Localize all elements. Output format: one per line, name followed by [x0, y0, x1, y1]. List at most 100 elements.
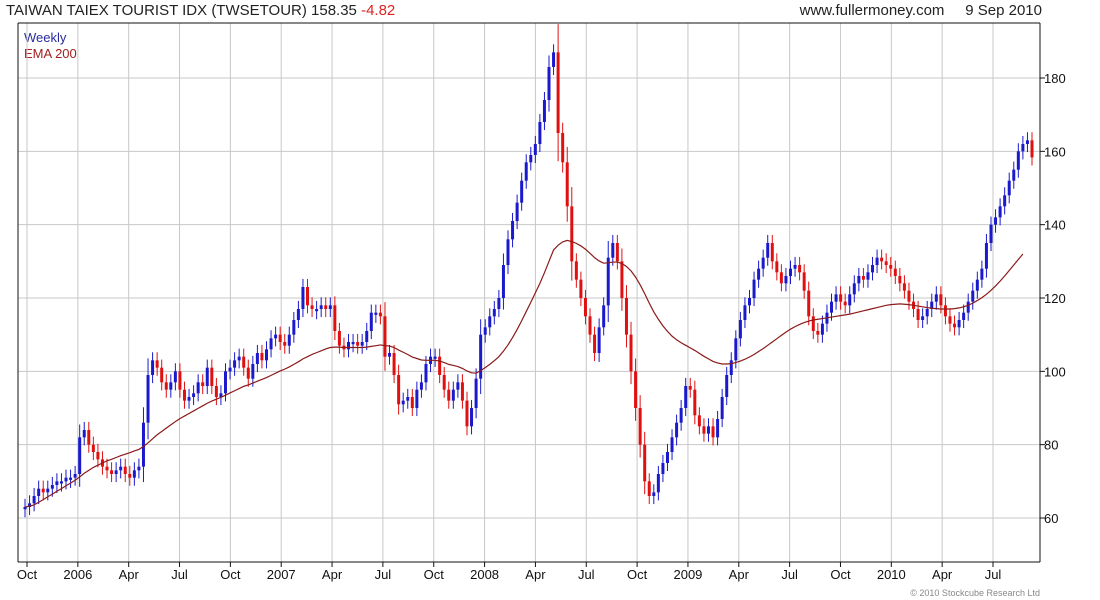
candle-body	[1016, 151, 1020, 170]
candle-body	[278, 334, 282, 342]
candle-body	[647, 481, 651, 496]
x-tick-label: 2010	[877, 567, 906, 582]
candle-body	[214, 386, 218, 397]
candle-body	[255, 353, 259, 364]
candle-body	[597, 327, 601, 353]
candle-body	[775, 261, 779, 273]
candle-body	[82, 430, 86, 438]
x-tick-label: 2007	[267, 567, 296, 582]
candle-body	[283, 342, 287, 346]
candle-body	[902, 283, 906, 291]
candle-body	[337, 331, 341, 346]
candle-body	[260, 353, 264, 361]
x-tick-label: Jul	[375, 567, 392, 582]
candle-body	[729, 360, 733, 375]
candle-body	[884, 261, 888, 265]
candle-body	[784, 276, 788, 284]
candle-body	[820, 323, 824, 335]
candle-body	[561, 133, 565, 163]
candle-body	[465, 400, 469, 427]
candle-body	[37, 488, 41, 496]
candle-body	[141, 422, 145, 467]
candle-body	[565, 162, 569, 207]
candle-body	[187, 397, 191, 401]
x-tick-label: Oct	[424, 567, 445, 582]
candle-body	[620, 261, 624, 298]
x-tick-label: Jul	[578, 567, 595, 582]
candle-body	[725, 375, 729, 397]
candle-body	[55, 481, 59, 485]
candle-body	[570, 206, 574, 262]
candle-body	[132, 470, 136, 478]
candle-body	[916, 309, 920, 320]
candle-body	[757, 268, 761, 280]
candle-body	[511, 221, 515, 240]
candle-body	[315, 309, 319, 312]
candle-body	[160, 367, 164, 383]
x-tick-label: Apr	[525, 567, 546, 582]
candle-body	[652, 492, 656, 496]
candle-body	[702, 426, 706, 434]
candle-body	[697, 415, 701, 427]
candle-body	[971, 290, 975, 302]
candle-body	[638, 408, 642, 445]
candle-body	[538, 122, 542, 144]
candle-body	[164, 382, 168, 390]
candle-body	[934, 294, 938, 302]
candle-body	[378, 312, 382, 317]
candle-body	[706, 426, 710, 434]
candle-body	[966, 301, 970, 313]
candle-body	[752, 279, 756, 298]
candle-body	[128, 474, 132, 478]
candle-body	[328, 305, 332, 309]
candle-body	[292, 320, 296, 335]
candle-body	[392, 353, 396, 375]
candle-body	[41, 488, 45, 493]
x-tick-label: Oct	[830, 567, 851, 582]
candle-body	[119, 466, 123, 471]
candle-body	[438, 356, 442, 375]
x-tick-label: Apr	[932, 567, 953, 582]
candle-body	[907, 290, 911, 302]
grid-layer	[18, 23, 1040, 562]
y-tick-label: 160	[1044, 144, 1066, 159]
candle-body	[556, 52, 560, 134]
candle-body	[898, 276, 902, 284]
y-tick-label: 180	[1044, 71, 1066, 86]
y-tick-label: 100	[1044, 364, 1066, 379]
candle-body	[747, 298, 751, 306]
candle-body	[506, 239, 510, 265]
candles-layer	[23, 24, 1034, 518]
candle-body	[64, 477, 68, 482]
candle-body	[492, 309, 496, 317]
candle-body	[388, 353, 392, 357]
candle-body	[779, 272, 783, 284]
candle-body	[989, 224, 993, 243]
candle-body	[634, 371, 638, 408]
candle-body	[196, 382, 200, 394]
candle-body	[602, 305, 606, 328]
y-tick-label: 120	[1044, 291, 1066, 306]
candle-body	[110, 470, 114, 474]
candle-body	[743, 305, 747, 320]
candle-body	[852, 283, 856, 295]
x-tick-label: Apr	[729, 567, 750, 582]
candle-body	[939, 294, 943, 306]
candle-body	[533, 144, 537, 155]
candle-body	[123, 466, 127, 474]
candle-body	[761, 257, 765, 269]
candle-body	[415, 389, 419, 408]
candle-body	[953, 323, 957, 328]
x-tick-label: Apr	[119, 567, 140, 582]
x-tick-label: 2008	[470, 567, 499, 582]
y-tick-label: 140	[1044, 218, 1066, 233]
candle-body	[69, 477, 73, 480]
candle-body	[46, 488, 50, 493]
candle-body	[816, 331, 820, 335]
x-tick-label: Jul	[985, 567, 1002, 582]
candle-body	[242, 356, 246, 368]
candle-body	[529, 155, 533, 163]
candle-body	[456, 382, 460, 390]
candle-body	[593, 334, 597, 353]
candle-body	[178, 371, 182, 390]
